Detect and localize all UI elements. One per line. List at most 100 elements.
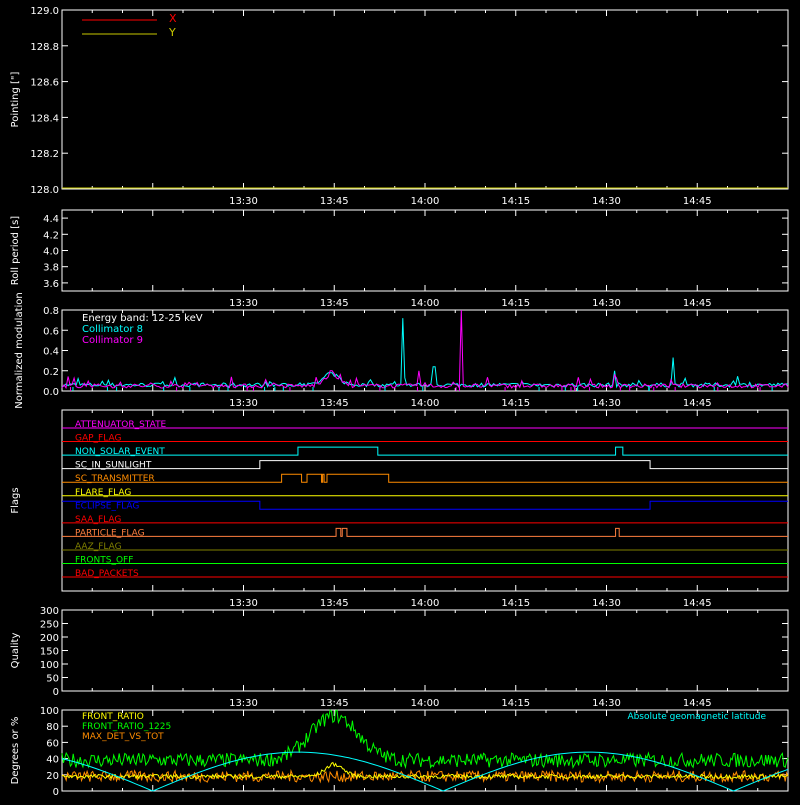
time-tick-label: 13:45 (320, 398, 349, 409)
time-tick-label: 14:30 (592, 698, 621, 709)
time-tick-label: 14:45 (683, 196, 712, 207)
time-tick-label: 14:15 (501, 398, 530, 409)
plot-canvas: 13:30 13:45 14:00 14:15 14:30 14:45 128.0 128.2… (0, 0, 800, 800)
y-tick-label: 4.2 (43, 230, 59, 241)
y-tick-label: 129.0 (30, 6, 59, 17)
flag-label: BAD_PACKETS (75, 569, 139, 579)
panel-roll: 13:30 13:45 14:00 14:15 14:30 14:45 3.6 3.8 4.0 4… (10, 209, 789, 309)
time-tick-label: 13:45 (320, 298, 349, 309)
y-tick-label: 4.4 (43, 214, 59, 225)
time-tick-label: 14:30 (592, 298, 621, 309)
y-tick-label: 128.2 (30, 149, 59, 160)
y-tick-label: 80 (46, 722, 59, 733)
y-axis-label: Flags (10, 487, 21, 513)
flag-line-particle-flag (62, 527, 788, 537)
y-tick-label: 60 (46, 738, 59, 749)
time-tick-label: 13:30 (229, 398, 258, 409)
y-tick-label: 128.8 (30, 42, 59, 53)
time-tick-label: 13:30 (229, 298, 258, 309)
legend-label: Collimator 8 (82, 324, 143, 335)
y-axis-label: Roll period [s] (10, 216, 21, 285)
time-tick-label: 14:00 (411, 698, 440, 709)
flag-label: FLARE_FLAG (75, 488, 131, 498)
legend-label: MAX_DET_VS_TOT (82, 732, 164, 742)
time-tick-label: 13:30 (229, 698, 258, 709)
flag-line-sc-in-sunlight (62, 460, 788, 470)
time-tick-label: 13:45 (320, 196, 349, 207)
flag-label: SAA_FLAG (75, 515, 121, 525)
time-tick-label: 14:45 (683, 398, 712, 409)
y-tick-label: 0.8 (43, 306, 59, 317)
y-tick-label: 100 (40, 660, 59, 671)
panel-frame (61, 609, 789, 692)
legend-label: FRONT_RATIO_1225 (82, 722, 171, 732)
y-tick-label: 0.6 (43, 326, 59, 337)
time-tick-label: 14:15 (501, 298, 530, 309)
multi-panel-chart: 13:30 13:45 14:00 14:15 14:30 14:45 128.0 128.2… (10, 6, 789, 798)
flag-label: FRONTS_OFF (75, 556, 133, 566)
time-tick-label: 13:30 (229, 598, 258, 609)
y-tick-label: 150 (40, 647, 59, 658)
flag-label: NON_SOLAR_EVENT (75, 447, 165, 457)
time-tick-label: 14:30 (592, 196, 621, 207)
y-tick-label: 40 (46, 755, 59, 766)
legend-label-x: X (169, 12, 177, 25)
y-tick-label: 0 (53, 787, 59, 798)
flag-label: SC_TRANSMITTER (75, 474, 155, 484)
y-tick-label: 0.2 (43, 367, 59, 378)
panel-pointing: 13:30 13:45 14:00 14:15 14:30 14:45 128.0 128.2… (10, 6, 789, 207)
y-tick-label: 100 (40, 706, 59, 717)
time-tick-label: 14:45 (683, 698, 712, 709)
time-tick-label: 14:00 (411, 598, 440, 609)
y-tick-label: 200 (40, 633, 59, 644)
series-collimator-8 (61, 318, 789, 389)
panel-modulation: 13:30 13:45 14:00 14:15 14:30 14:45 0.0 0.2 0.4 0… (14, 292, 789, 409)
y-tick-label: 3.8 (43, 263, 59, 274)
time-tick-label: 14:45 (683, 298, 712, 309)
flag-label: PARTICLE_FLAG (75, 528, 145, 538)
flag-label: ATTENUATOR_STATE (75, 420, 167, 430)
time-tick-label: 14:30 (592, 398, 621, 409)
y-tick-label: 0.0 (43, 387, 59, 398)
time-tick-label: 14:00 (411, 196, 440, 207)
flag-label: ECLIPSE_FLAG (75, 501, 139, 511)
time-tick-label: 14:15 (501, 196, 530, 207)
y-tick-label: 0.4 (43, 347, 59, 358)
y-tick-label: 0 (53, 687, 59, 698)
y-tick-label: 20 (46, 771, 59, 782)
flag-line-eclipse-flag (62, 500, 788, 510)
legend-label-geomagnetic: Absolute geomagnetic latitude (627, 712, 766, 722)
series-front-ratio (61, 761, 789, 780)
time-tick-label: 14:00 (411, 398, 440, 409)
y-tick-label: 300 (40, 606, 59, 617)
y-tick-label: 128.0 (30, 185, 59, 196)
panel-quality: 13:30 13:45 14:00 14:15 14:30 14:45 0 50 100 150 2… (10, 606, 789, 709)
panel-frame (61, 209, 789, 292)
time-tick-label: 14:45 (683, 598, 712, 609)
y-tick-label: 50 (46, 674, 59, 685)
panel-ratio: 0 20 40 60 80 100 Degrees or % FRONT_RATIOFRONT… (10, 706, 789, 798)
time-tick-label: 14:15 (501, 598, 530, 609)
y-tick-label: 128.4 (30, 113, 59, 124)
y-axis-label: Degrees or % (10, 717, 21, 785)
flag-line-non-solar-event (62, 446, 788, 456)
y-axis-label: Pointing ["] (10, 71, 21, 127)
y-tick-label: 250 (40, 620, 59, 631)
time-tick-label: 14:30 (592, 598, 621, 609)
panel-flags: 13:30 13:45 14:00 14:15 14:30 14:45 Flags ATTEN… (10, 409, 789, 609)
legend-label: Energy band: 12-25 keV (82, 313, 203, 324)
y-tick-label: 3.6 (43, 279, 59, 290)
flag-label: AAZ_FLAG (75, 542, 122, 552)
legend-label: Collimator 9 (82, 335, 143, 346)
time-tick-label: 13:30 (229, 196, 258, 207)
time-tick-label: 14:15 (501, 698, 530, 709)
time-tick-label: 14:00 (411, 298, 440, 309)
y-tick-label: 128.6 (30, 78, 59, 89)
y-axis-label: Quality (10, 633, 21, 669)
flag-label: SC_IN_SUNLIGHT (75, 461, 152, 471)
y-tick-label: 4.0 (43, 247, 59, 258)
time-tick-label: 13:45 (320, 698, 349, 709)
legend-label: FRONT_RATIO (82, 712, 144, 722)
flag-label: GAP_FLAG (75, 434, 121, 444)
flag-line-sc-transmitter (62, 473, 788, 483)
